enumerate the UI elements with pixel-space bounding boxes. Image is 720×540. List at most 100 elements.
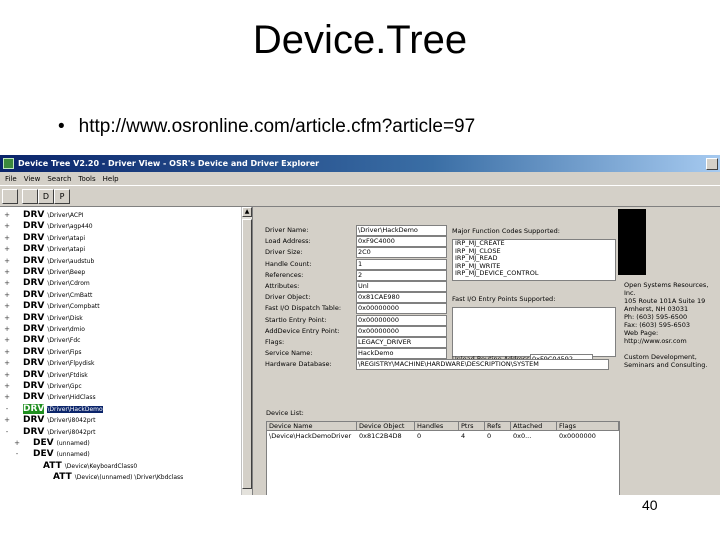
device-list-cell[interactable]: 0 [485,432,491,441]
driver-view-button[interactable]: D [38,189,54,204]
tree-node[interactable]: + DRV \Driver\Ftdisk [0,369,243,380]
tree-node[interactable]: + DRV \Driver\i8042prt [0,414,243,425]
tree-node[interactable]: + DRV \Driver\atapi [0,232,243,243]
tree-node-path: \Driver\atapi [47,246,86,254]
toolbar-button-view[interactable] [22,189,38,204]
expand-icon[interactable]: + [3,358,11,369]
tree-node[interactable]: + DRV \Driver\audstub [0,255,243,266]
expand-icon[interactable]: + [3,256,11,267]
device-list-cell[interactable]: 0 [415,432,421,441]
property-value[interactable]: \REGISTRY\MACHINE\HARDWARE\DESCRIPTION\S… [356,359,609,371]
tree-node[interactable]: + DRV \Driver\dmio [0,323,243,334]
device-list-cell[interactable]: 0x0000000 [557,432,596,441]
tree-node[interactable]: + DRV \Driver\HidClass [0,391,243,402]
property-value[interactable]: 0x00000000 [356,314,447,326]
expand-icon[interactable]: + [3,335,11,346]
tree-node-path: \Driver\agp440 [47,223,93,231]
device-list-cell[interactable]: \Device\HackDemoDriver [267,432,351,441]
menu-item-file[interactable]: File [3,175,19,183]
device-list-cell[interactable]: 0x81C2B4D8 [357,432,402,441]
expand-icon[interactable]: + [3,313,11,324]
tree-node[interactable]: - DRV \Driver\i8042prt [0,426,243,437]
tree-node[interactable]: + DRV \Driver\agp440 [0,220,243,231]
bullet-url[interactable]: http://www.osronline.com/article.cfm?art… [79,116,476,137]
menu-item-search[interactable]: Search [45,175,73,183]
device-list-table[interactable]: Device Name Device Object Handles Ptrs Refs A… [266,421,620,495]
device-list-column-header[interactable]: Handles [415,422,459,431]
property-value[interactable]: 0x81CAE980 [356,292,447,304]
pnp-view-button[interactable]: P [54,189,70,204]
device-list-column-header[interactable]: Attached [511,422,557,431]
tree-node[interactable]: + DRV \Driver\Disk [0,312,243,323]
device-list-cell[interactable]: 4 [459,432,465,441]
property-value[interactable]: \Driver\HackDemo [356,225,447,236]
expand-icon[interactable]: + [3,324,11,335]
device-list-cell[interactable]: 0x0... [511,432,531,441]
expand-icon[interactable]: + [3,381,11,392]
device-list-column-header[interactable]: Device Object [357,422,415,431]
tree-node[interactable]: + DRV \Driver\Fdc [0,334,243,345]
tree-node[interactable]: ATT \Device\KeyboardClass0 [0,460,252,471]
window-close-button[interactable] [706,158,718,170]
tree-node[interactable]: + DRV \Driver\Cdrom [0,277,243,288]
expand-icon[interactable]: + [13,438,21,449]
fast-io-list[interactable] [452,307,616,357]
expand-icon[interactable]: + [3,347,11,358]
expand-icon[interactable]: + [3,210,11,221]
expand-icon[interactable]: + [3,244,11,255]
expand-icon[interactable]: + [3,278,11,289]
scroll-up-icon[interactable]: ▲ [242,207,252,217]
collapse-icon[interactable]: - [3,404,11,415]
tree-node[interactable]: + DRV \Driver\Gpc [0,380,243,391]
tree-node-path: \Driver\atapi [47,234,86,242]
tree-scrollbar[interactable]: ▲ [241,207,252,495]
expand-icon[interactable]: + [3,415,11,426]
tree-node[interactable]: + DRV \Driver\atapi [0,243,243,254]
property-value[interactable]: 1 [356,258,447,270]
scroll-thumb[interactable] [242,219,252,489]
expand-icon[interactable]: + [3,392,11,403]
tree-node[interactable]: + DEV (unnamed) [0,437,252,449]
menu-item-tools[interactable]: Tools [76,175,97,183]
property-label: Attributes: [265,282,300,290]
tree-node[interactable]: ATT \Device\(unnamed) \Driver\Kbdclass [0,471,252,482]
major-functions-list[interactable]: IRP_MJ_CREATE IRP_MJ_CLOSE IRP_MJ_READ IRP_… [452,239,616,281]
expand-icon[interactable]: + [3,301,11,312]
tree-node[interactable]: + DRV \Driver\Beep [0,266,243,277]
property-value[interactable]: Unl [356,281,447,292]
property-value[interactable]: 2 [356,269,447,281]
tree-node[interactable]: + DRV \Driver\Fips [0,346,243,357]
property-label: Fast I/O Dispatch Table: [265,304,342,313]
expand-icon[interactable]: + [3,267,11,278]
property-value[interactable]: 0x00000000 [356,325,447,337]
expand-icon[interactable]: + [3,290,11,301]
fast-io-label: Fast I/O Entry Points Supported: [452,295,556,303]
expand-icon[interactable]: + [3,221,11,232]
property-value[interactable]: 0xF9C4000 [356,236,447,248]
collapse-icon[interactable]: - [13,449,21,460]
tree-node[interactable]: - DEV (unnamed) [0,448,252,460]
tree-node[interactable]: + DRV \Driver\ACPI [0,209,243,220]
menu-item-view[interactable]: View [22,175,43,183]
tree-node[interactable]: + DRV \Driver\Flpydisk [0,357,243,368]
driver-tree[interactable]: ATT \Device\(unnamed) \Driver\Kbdclass ATT… [0,207,253,495]
major-function-item[interactable]: IRP_MJ_DEVICE_CONTROL [453,269,615,278]
device-list-column-header[interactable]: Device Name [267,422,357,431]
expand-icon[interactable]: + [3,370,11,381]
tree-node[interactable]: + DRV \Driver\CmBatt [0,289,243,300]
property-label: Handle Count: [265,259,312,268]
property-value[interactable]: LEGACY_DRIVER [356,337,447,348]
menu-item-help[interactable]: Help [101,175,121,183]
major-functions-label: Major Function Codes Supported: [452,227,560,235]
collapse-icon[interactable]: - [3,427,11,438]
property-value[interactable]: HackDemo [356,348,447,360]
device-list-column-header[interactable]: Ptrs [459,422,485,431]
property-value[interactable]: 2C0 [356,247,447,259]
tree-node[interactable]: - DRV \Driver\HackDemo [0,403,243,414]
property-value[interactable]: 0x00000000 [356,303,447,315]
expand-icon[interactable]: + [3,233,11,244]
tree-node[interactable]: + DRV \Driver\Compbatt [0,300,243,311]
device-list-column-header[interactable]: Flags [557,422,619,431]
tree-node-type: DRV [23,267,45,277]
device-list-column-header[interactable]: Refs [485,422,511,431]
